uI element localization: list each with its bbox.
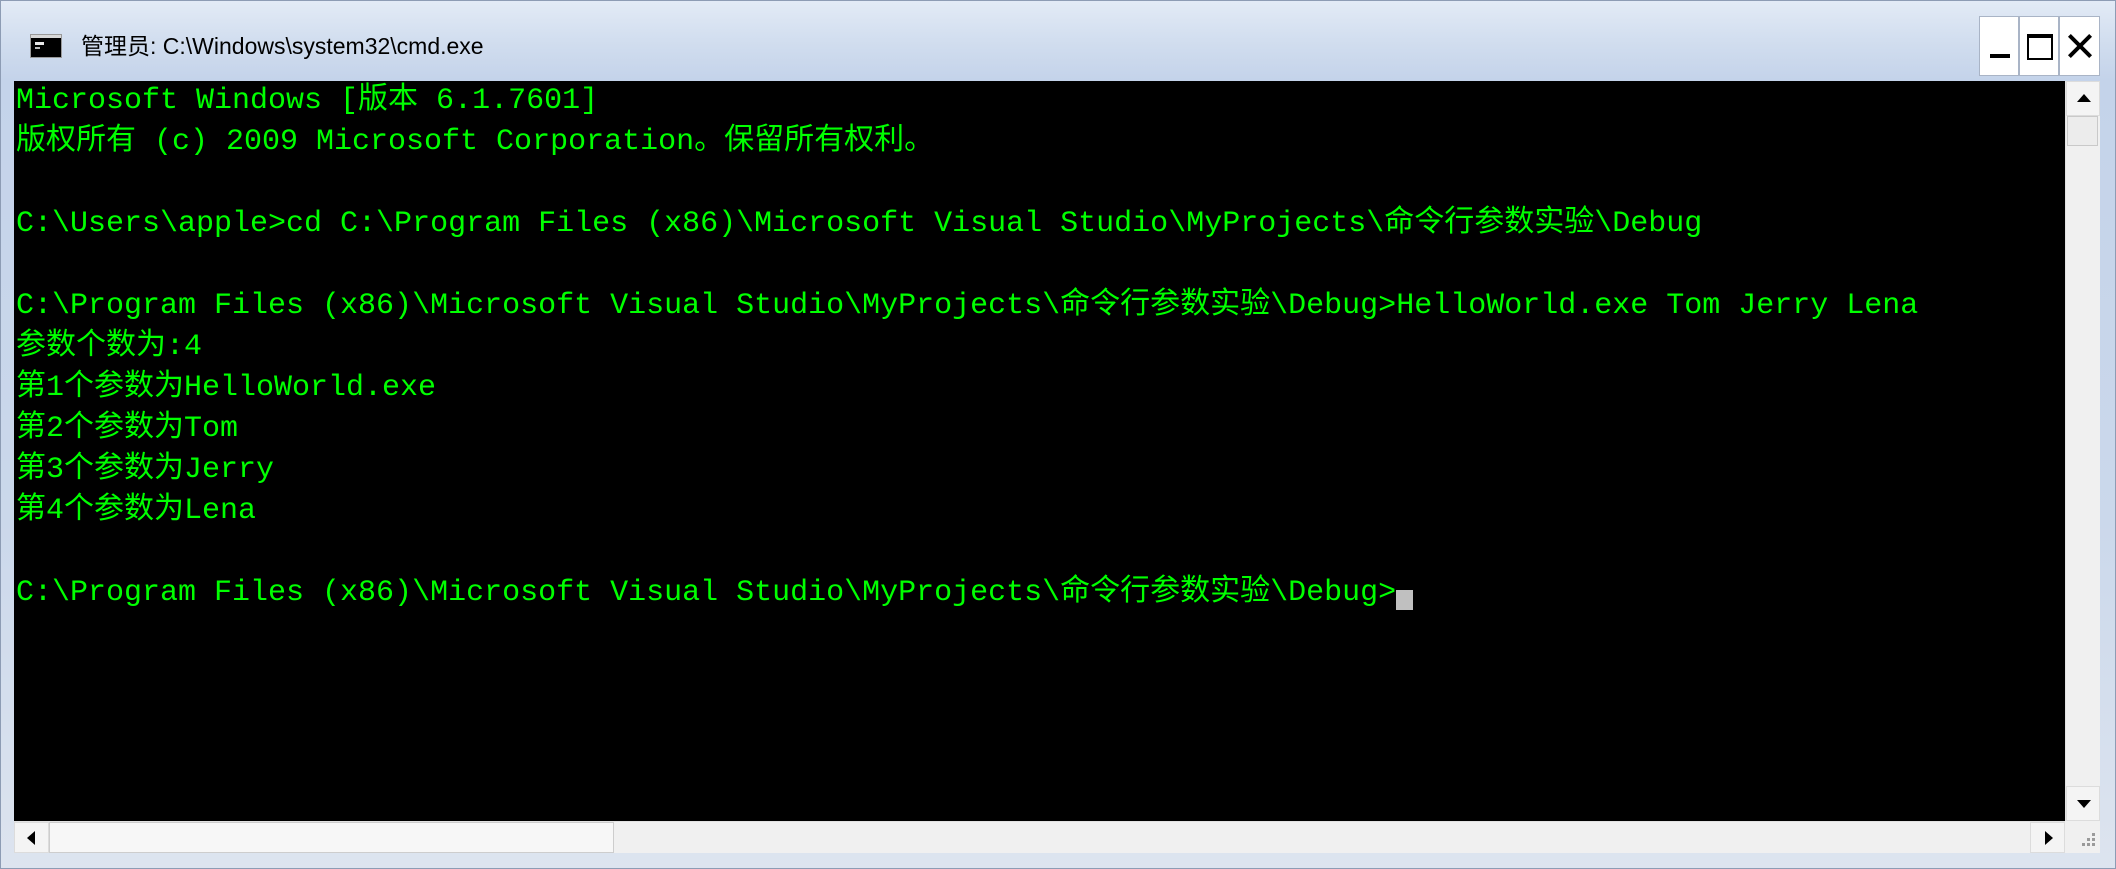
scroll-up-arrow-icon	[2077, 94, 2091, 102]
console-prompt-text: C:\Program Files (x86)\Microsoft Visual …	[16, 576, 1397, 610]
console-line-text: 参数个数为:4	[16, 330, 203, 364]
console-line-text: 第1个参数为HelloWorld.exe	[16, 371, 437, 405]
window-title: 管理员: C:\Windows\system32\cmd.exe	[81, 33, 484, 59]
resize-grip-icon	[2082, 833, 2095, 846]
console-line-text: 第3个参数为Jerry	[16, 453, 275, 487]
scroll-left-button[interactable]	[14, 822, 49, 853]
minimize-button[interactable]	[1979, 16, 2019, 76]
horizontal-scroll-thumb[interactable]	[49, 822, 614, 853]
close-button[interactable]	[2059, 16, 2100, 76]
console-line: 第3个参数为Jerry	[14, 450, 2065, 491]
title-bar[interactable]: 管理员: C:\Windows\system32\cmd.exe	[0, 0, 2116, 81]
scroll-up-button[interactable]	[2066, 81, 2100, 116]
console-line: 版权所有 (c) 2009 Microsoft Corporation。保留所有…	[14, 122, 2065, 163]
console-line: C:\Program Files (x86)\Microsoft Visual …	[14, 286, 2065, 327]
maximize-icon	[2027, 34, 2053, 60]
console-line: C:\Users\apple>cd C:\Program Files (x86)…	[14, 204, 2065, 245]
scroll-right-arrow-icon	[2045, 831, 2053, 845]
console-line: 第1个参数为HelloWorld.exe	[14, 368, 2065, 409]
console-line-text: 版权所有 (c) 2009 Microsoft Corporation。保留所有…	[16, 125, 935, 159]
cmd-app-icon-glyph	[35, 42, 44, 45]
console-line: Microsoft Windows [版本 6.1.7601]	[14, 81, 2065, 122]
scroll-left-arrow-icon	[27, 831, 35, 845]
console-line: 第2个参数为Tom	[14, 409, 2065, 450]
console-line: 参数个数为:4	[14, 327, 2065, 368]
console-prompt-line[interactable]: C:\Program Files (x86)\Microsoft Visual …	[14, 573, 2065, 614]
minimize-icon	[1990, 54, 2010, 58]
console-line: 第4个参数为Lena	[14, 491, 2065, 532]
console-line-text: Microsoft Windows [版本 6.1.7601]	[16, 84, 599, 118]
scroll-down-button[interactable]	[2066, 786, 2100, 821]
text-cursor	[1396, 590, 1414, 610]
maximize-button[interactable]	[2019, 16, 2059, 76]
scroll-down-arrow-icon	[2077, 800, 2091, 808]
scroll-right-button[interactable]	[2030, 822, 2065, 853]
console-line-text: C:\Users\apple>cd C:\Program Files (x86)…	[16, 207, 1703, 241]
console-line-text: 第4个参数为Lena	[16, 494, 257, 528]
horizontal-scrollbar[interactable]	[14, 821, 2065, 853]
cmd-app-icon-glyph	[35, 47, 40, 49]
console-line-text: 第2个参数为Tom	[16, 412, 239, 446]
resize-grip[interactable]	[2065, 821, 2100, 853]
cmd-app-icon[interactable]	[30, 34, 62, 58]
console-line-text: C:\Program Files (x86)\Microsoft Visual …	[16, 289, 1919, 323]
vertical-scroll-thumb[interactable]	[2067, 116, 2098, 146]
vertical-scrollbar[interactable]	[2065, 81, 2100, 821]
console-output[interactable]: Microsoft Windows [版本 6.1.7601] 版权所有 (c)…	[14, 81, 2065, 821]
